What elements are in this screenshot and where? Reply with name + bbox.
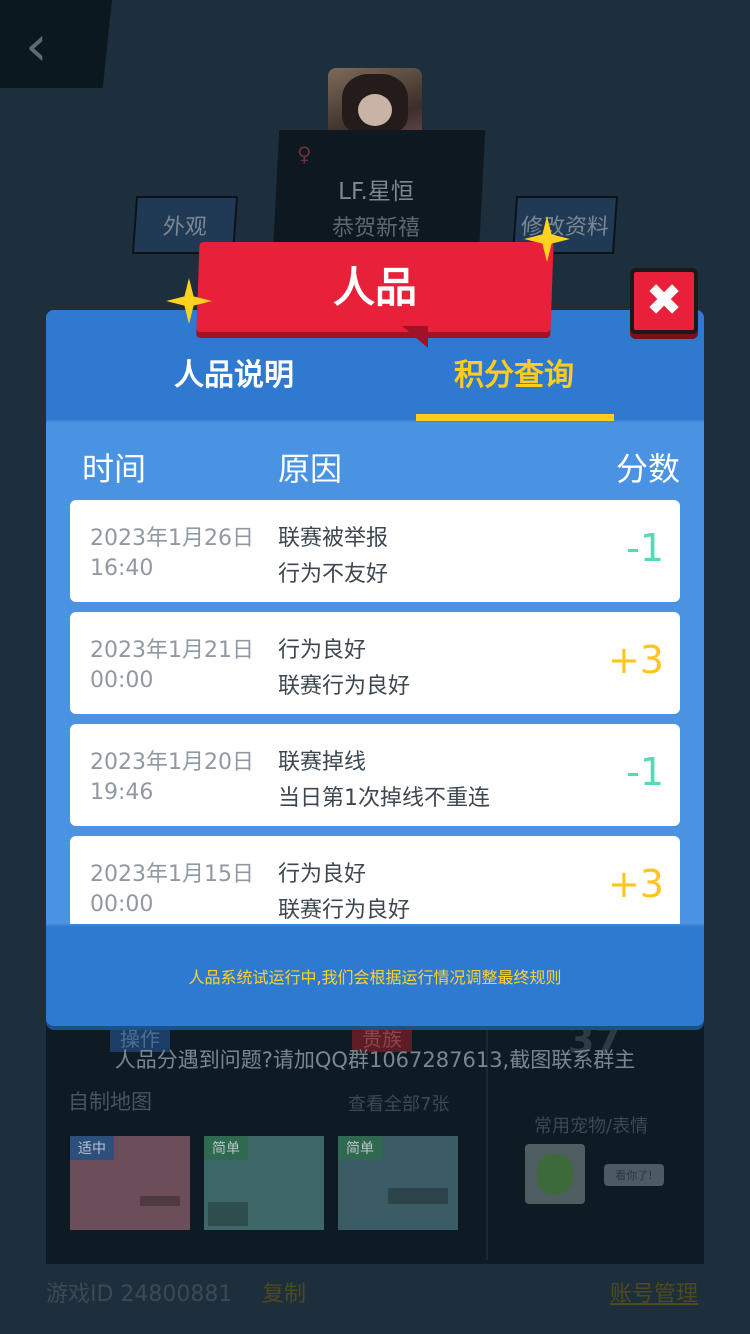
score-row: 2023年1月15日 00:00 行为良好 联赛行为良好 +3 bbox=[70, 836, 680, 924]
modal-footer: 人品系统试运行中,我们会根据运行情况调整最终规则 bbox=[46, 926, 704, 1026]
row-score: -1 bbox=[626, 750, 664, 794]
row-score: -1 bbox=[626, 526, 664, 570]
map-thumbnail[interactable]: 适中 bbox=[70, 1136, 190, 1230]
map-block bbox=[388, 1188, 448, 1204]
row-reason-detail: 当日第1次掉线不重连 bbox=[278, 786, 490, 811]
map-block bbox=[140, 1196, 180, 1206]
row-time: 19:46 bbox=[90, 780, 154, 805]
score-row: 2023年1月26日 16:40 联赛被举报 行为不友好 -1 bbox=[70, 500, 680, 602]
map-thumbnail[interactable]: 简单 bbox=[338, 1136, 458, 1230]
player-signature: 恭贺新禧 bbox=[331, 216, 420, 241]
score-list[interactable]: 时间 原因 分数 2023年1月26日 16:40 联赛被举报 行为不友好 -1… bbox=[46, 422, 704, 924]
appearance-button-label: 外观 bbox=[161, 215, 208, 240]
row-score: +3 bbox=[607, 862, 664, 906]
map-difficulty: 适中 bbox=[70, 1136, 114, 1160]
modal-title: 人品 bbox=[332, 263, 417, 312]
view-all-maps-link[interactable]: 查看全部7张 bbox=[348, 1090, 449, 1116]
chevron-left-icon: ‹ bbox=[25, 14, 48, 79]
back-button[interactable]: ‹ bbox=[0, 0, 113, 88]
banner-tail bbox=[402, 326, 428, 348]
tab-score-query[interactable]: 积分查询 bbox=[454, 350, 574, 394]
gender-icon: ♀ bbox=[297, 142, 312, 166]
row-date: 2023年1月20日 bbox=[90, 750, 254, 775]
pet-emote-bubble[interactable]: 看你了! bbox=[604, 1164, 664, 1186]
row-reason: 联赛被举报 bbox=[278, 526, 389, 551]
row-reason: 联赛掉线 bbox=[278, 750, 367, 775]
edit-profile-button-label: 修改资料 bbox=[519, 215, 610, 240]
close-button[interactable]: ✖ bbox=[630, 268, 698, 334]
column-header-score: 分数 bbox=[615, 450, 680, 488]
avatar-face bbox=[358, 94, 392, 126]
row-time: 00:00 bbox=[90, 892, 154, 917]
column-header-time: 时间 bbox=[82, 450, 147, 488]
row-reason-detail: 联赛行为良好 bbox=[278, 898, 411, 923]
score-row: 2023年1月21日 00:00 行为良好 联赛行为良好 +3 bbox=[70, 612, 680, 714]
row-date: 2023年1月15日 bbox=[90, 862, 254, 887]
row-score: +3 bbox=[607, 638, 664, 682]
footer-note: 人品系统试运行中,我们会根据运行情况调整最终规则 bbox=[188, 968, 562, 987]
column-header-reason: 原因 bbox=[278, 450, 343, 488]
account-manage-link[interactable]: 账号管理 bbox=[610, 1276, 698, 1308]
map-block bbox=[208, 1202, 248, 1226]
active-tab-indicator bbox=[416, 414, 614, 421]
copy-id-button[interactable]: 复制 bbox=[262, 1276, 306, 1308]
qq-help-text: 人品分遇到问题?请加QQ群1067287613,截图联系群主 bbox=[114, 1048, 636, 1072]
pet-title: 常用宠物/表情 bbox=[534, 1116, 649, 1137]
game-id: 游戏ID 24800881 bbox=[46, 1282, 233, 1307]
row-reason: 行为良好 bbox=[278, 862, 367, 887]
row-reason-detail: 行为不友好 bbox=[278, 562, 389, 587]
row-time: 16:40 bbox=[90, 556, 154, 581]
custom-maps-title: 自制地图 bbox=[68, 1090, 152, 1114]
row-reason-detail: 联赛行为良好 bbox=[278, 674, 411, 699]
score-row: 2023年1月20日 19:46 联赛掉线 当日第1次掉线不重连 -1 bbox=[70, 724, 680, 826]
map-difficulty: 简单 bbox=[338, 1136, 382, 1160]
map-thumbnail[interactable]: 简单 bbox=[204, 1136, 324, 1230]
row-reason: 行为良好 bbox=[278, 638, 367, 663]
pet-thumbnail[interactable] bbox=[525, 1144, 585, 1204]
character-score-modal: 人品说明 积分查询 时间 原因 分数 2023年1月26日 16:40 联赛被举… bbox=[46, 310, 704, 1026]
player-name: LF.星恒 bbox=[338, 179, 414, 205]
row-date: 2023年1月21日 bbox=[90, 638, 254, 663]
map-difficulty: 简单 bbox=[204, 1136, 248, 1160]
row-date: 2023年1月26日 bbox=[90, 526, 254, 551]
close-icon: ✖ bbox=[645, 275, 683, 326]
tab-explanation[interactable]: 人品说明 bbox=[174, 350, 294, 394]
row-time: 00:00 bbox=[90, 668, 154, 693]
